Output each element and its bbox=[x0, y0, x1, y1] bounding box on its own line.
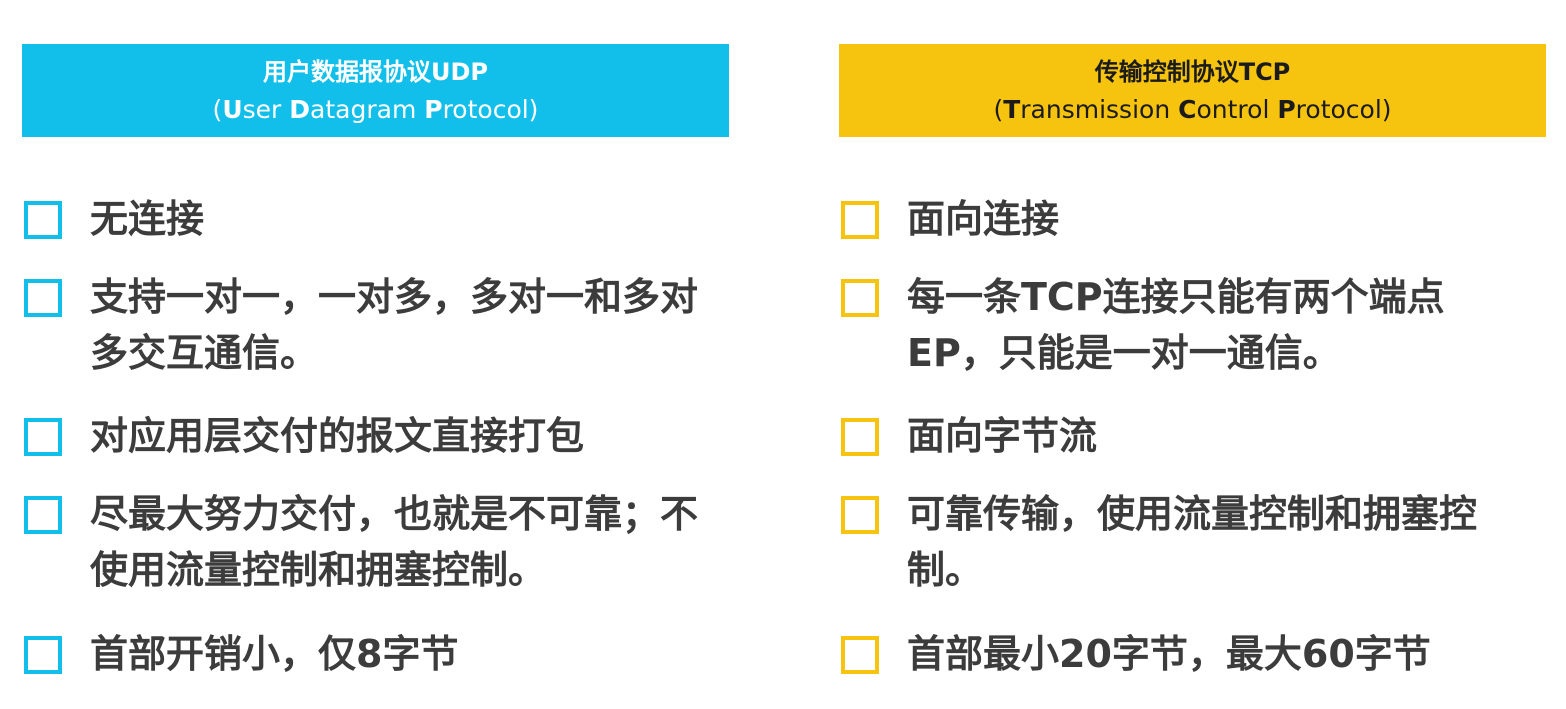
udp-subtitle-ser: ser bbox=[242, 94, 290, 124]
item-text: 面向连接 bbox=[907, 197, 1060, 241]
tcp-subtitle-c: C bbox=[1178, 94, 1197, 124]
udp-subtitle: (User Datagram Protocol) bbox=[213, 91, 539, 128]
list-item: 首部最小20字节，最大60字节 bbox=[839, 632, 1517, 682]
list-item: 每一条TCP连接只能有两个端点EP，只能是一对一通信。 bbox=[839, 275, 1517, 381]
tcp-column: 传输控制协议TCP (Transmission Control Protocol… bbox=[839, 44, 1546, 676]
tcp-subtitle-p: P bbox=[1277, 94, 1296, 124]
tcp-title: 传输控制协议TCP bbox=[1094, 57, 1291, 86]
tcp-subtitle-ransmission: ransmission bbox=[1020, 94, 1179, 124]
tcp-subtitle-t: T bbox=[1003, 94, 1021, 124]
udp-column: 用户数据报协议UDP (User Datagram Protocol) 无连接 … bbox=[22, 44, 729, 676]
udp-header: 用户数据报协议UDP (User Datagram Protocol) bbox=[22, 44, 729, 137]
udp-subtitle-rotocol: rotocol) bbox=[442, 94, 539, 124]
checkbox-icon bbox=[841, 418, 879, 456]
list-item: 对应用层交付的报文直接打包 bbox=[22, 414, 710, 464]
udp-title: 用户数据报协议UDP bbox=[263, 57, 488, 86]
tcp-subtitle-rotocol: rotocol) bbox=[1295, 94, 1392, 124]
checkbox-icon bbox=[841, 496, 879, 534]
item-text: 对应用层交付的报文直接打包 bbox=[90, 414, 585, 458]
tcp-subtitle-open: ( bbox=[993, 94, 1004, 124]
item-text: 尽最大努力交付，也就是不可靠；不使用流量控制和拥塞控制。 bbox=[90, 492, 699, 592]
tcp-subtitle-ontrol: ontrol bbox=[1196, 94, 1278, 124]
list-item: 可靠传输，使用流量控制和拥塞控制。 bbox=[839, 492, 1517, 598]
udp-subtitle-d: D bbox=[289, 94, 311, 124]
checkbox-icon bbox=[24, 636, 62, 674]
checkbox-icon bbox=[841, 636, 879, 674]
udp-subtitle-atagram: atagram bbox=[310, 94, 425, 124]
list-item: 尽最大努力交付，也就是不可靠；不使用流量控制和拥塞控制。 bbox=[22, 492, 710, 598]
item-text: 每一条TCP连接只能有两个端点EP，只能是一对一通信。 bbox=[907, 275, 1445, 375]
list-item: 面向连接 bbox=[839, 197, 1517, 247]
list-item: 面向字节流 bbox=[839, 414, 1517, 464]
tcp-subtitle: (Transmission Control Protocol) bbox=[993, 91, 1391, 128]
checkbox-icon bbox=[24, 201, 62, 239]
item-text: 首部最小20字节，最大60字节 bbox=[907, 632, 1431, 676]
item-text: 可靠传输，使用流量控制和拥塞控制。 bbox=[907, 492, 1478, 592]
checkbox-icon bbox=[841, 201, 879, 239]
list-item: 支持一对一，一对多，多对一和多对多交互通信。 bbox=[22, 275, 710, 381]
tcp-header: 传输控制协议TCP (Transmission Control Protocol… bbox=[839, 44, 1546, 137]
udp-subtitle-open: ( bbox=[212, 94, 223, 124]
item-text: 首部开销小，仅8字节 bbox=[90, 632, 459, 676]
item-text: 无连接 bbox=[90, 197, 205, 241]
checkbox-icon bbox=[24, 418, 62, 456]
list-item: 首部开销小，仅8字节 bbox=[22, 632, 710, 682]
checkbox-icon bbox=[24, 279, 62, 317]
udp-subtitle-p: P bbox=[424, 94, 443, 124]
checkbox-icon bbox=[841, 279, 879, 317]
item-text: 面向字节流 bbox=[907, 414, 1098, 458]
list-item: 无连接 bbox=[22, 197, 710, 247]
checkbox-icon bbox=[24, 496, 62, 534]
udp-subtitle-u: U bbox=[222, 94, 243, 124]
item-text: 支持一对一，一对多，多对一和多对多交互通信。 bbox=[90, 275, 699, 375]
